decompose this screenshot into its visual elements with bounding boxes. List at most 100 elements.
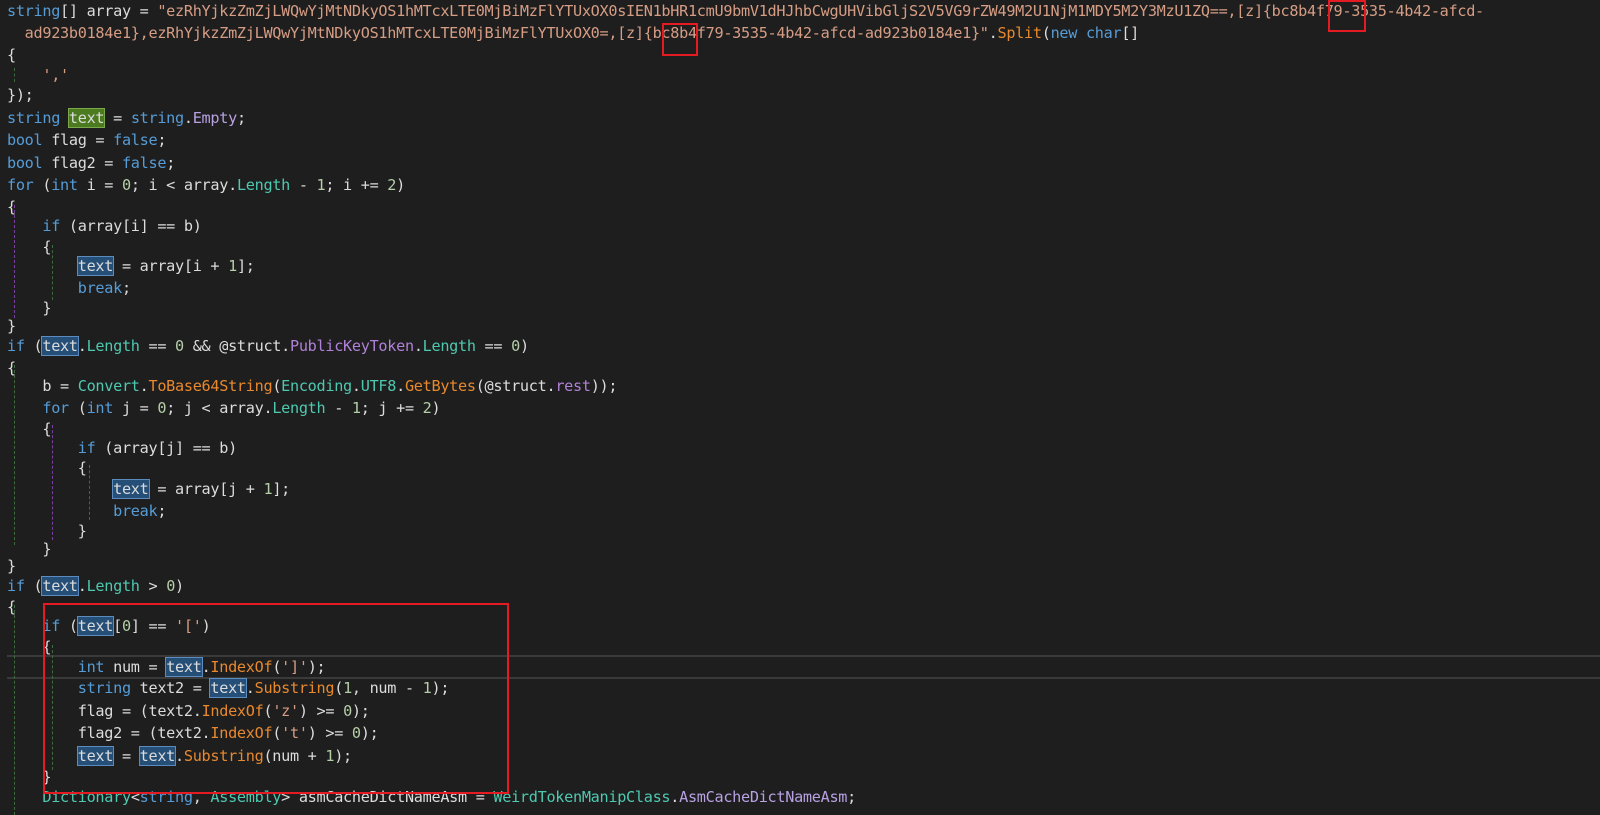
code-token: Length bbox=[236, 176, 290, 194]
code-line[interactable]: }); bbox=[7, 84, 1600, 106]
highlighted-symbol: text bbox=[165, 657, 203, 677]
code-line[interactable]: bool flag2 = false; bbox=[7, 152, 1600, 174]
code-token: ToBase64String bbox=[148, 377, 273, 395]
code-token: for bbox=[7, 176, 34, 194]
code-token: ( bbox=[272, 658, 282, 676]
code-line[interactable]: } bbox=[7, 315, 1600, 337]
code-token: '[' bbox=[175, 617, 202, 635]
indent-guide bbox=[52, 245, 53, 300]
code-token: IndexOf bbox=[210, 658, 273, 676]
code-line[interactable]: if (array[i] == b) bbox=[7, 215, 1600, 237]
code-token: 0 bbox=[351, 724, 361, 742]
code-token: i = bbox=[77, 176, 122, 194]
code-token: ( bbox=[272, 724, 282, 742]
highlighted-symbol: text bbox=[209, 678, 247, 698]
code-line[interactable]: string[] array = "ezRhYjkzZmZjLWQwYjMtND… bbox=[7, 0, 1600, 22]
code-token: = array[j + bbox=[148, 480, 264, 498]
code-line[interactable]: b = Convert.ToBase64String(Encoding.UTF8… bbox=[7, 375, 1600, 397]
code-line[interactable]: Dictionary<string, Assembly> asmCacheDic… bbox=[7, 786, 1600, 808]
code-line[interactable]: break; bbox=[7, 277, 1600, 299]
code-token: Encoding bbox=[281, 377, 352, 395]
code-token: if bbox=[7, 577, 25, 595]
code-token: rest bbox=[555, 377, 591, 395]
code-token: ; bbox=[847, 788, 856, 806]
code-token: string bbox=[77, 679, 131, 697]
code-token: ; j < array. bbox=[166, 399, 273, 417]
code-token: ] == bbox=[130, 617, 176, 635]
code-token: ; i += bbox=[325, 176, 388, 194]
code-token: ) bbox=[396, 176, 405, 194]
code-token: { bbox=[7, 46, 16, 64]
code-token: = bbox=[113, 747, 140, 765]
code-line[interactable]: if (array[j] == b) bbox=[7, 437, 1600, 459]
code-token: string bbox=[130, 109, 184, 127]
code-line[interactable]: for (int j = 0; j < array.Length - 1; j … bbox=[7, 397, 1600, 419]
code-line[interactable]: flag = (text2.IndexOf('z') >= 0); bbox=[7, 700, 1600, 722]
code-token: 1 bbox=[422, 679, 432, 697]
code-token: { bbox=[7, 459, 87, 477]
code-token: ']' bbox=[281, 658, 308, 676]
code-token: , num - bbox=[351, 679, 423, 697]
code-token: ; bbox=[157, 131, 167, 149]
code-token: PublicKeyToken bbox=[290, 337, 414, 355]
code-token: (array[j] == b) bbox=[95, 439, 237, 457]
code-token: ; bbox=[157, 502, 167, 520]
code-token: ); bbox=[307, 658, 326, 676]
code-line[interactable]: if (text.Length == 0 && @struct.PublicKe… bbox=[7, 335, 1600, 357]
code-token: ( bbox=[263, 702, 273, 720]
code-line[interactable]: text = array[j + 1]; bbox=[7, 478, 1600, 500]
code-token: . bbox=[175, 747, 184, 765]
code-token: ) >= bbox=[307, 724, 352, 742]
code-token: string bbox=[139, 788, 193, 806]
code-line[interactable]: int num = text.IndexOf(']'); bbox=[7, 655, 1600, 679]
code-line[interactable]: { bbox=[7, 44, 1600, 66]
code-token: if bbox=[42, 217, 61, 235]
code-line[interactable]: ad923b0184e1},ezRhYjkzZmZjLWQwYjMtNDkyOS… bbox=[7, 22, 1600, 44]
code-token: . bbox=[413, 337, 423, 355]
code-line[interactable]: text = text.Substring(num + 1); bbox=[7, 745, 1600, 767]
code-token: 0 bbox=[166, 577, 176, 595]
code-token: (num + bbox=[263, 747, 326, 765]
code-token: ( bbox=[60, 617, 78, 635]
code-line[interactable]: ',' bbox=[7, 64, 1600, 86]
code-line[interactable]: text = array[i + 1]; bbox=[7, 255, 1600, 277]
code-token: 0 bbox=[121, 617, 131, 635]
code-token: . bbox=[351, 377, 361, 395]
code-line[interactable]: for (int i = 0; i < array.Length - 1; i … bbox=[7, 174, 1600, 196]
code-line[interactable]: { bbox=[7, 457, 1600, 479]
code-line[interactable]: bool flag = false; bbox=[7, 129, 1600, 151]
code-token: 0 bbox=[175, 337, 184, 355]
code-line[interactable]: } bbox=[7, 766, 1600, 788]
code-line[interactable]: if (text.Length > 0) bbox=[7, 575, 1600, 597]
indent-guide bbox=[52, 425, 53, 540]
code-line[interactable]: if (text[0] == '[') bbox=[7, 615, 1600, 637]
code-token: Length bbox=[422, 337, 476, 355]
code-token: } bbox=[7, 557, 16, 575]
code-line[interactable]: } bbox=[7, 555, 1600, 577]
code-token: "ezRhYjkzZmZjLWQwYjMtNDkyOS1hMTcxLTE0MjB… bbox=[157, 2, 1484, 20]
code-token: ( bbox=[68, 399, 87, 417]
highlighted-symbol: text bbox=[76, 616, 115, 636]
code-token: string bbox=[7, 2, 61, 20]
code-token: IndexOf bbox=[210, 724, 273, 742]
indent-guide bbox=[14, 365, 15, 545]
code-token: )); bbox=[590, 377, 618, 395]
code-token: 0 bbox=[157, 399, 167, 417]
code-line[interactable]: string text = string.Empty; bbox=[7, 107, 1600, 129]
code-line[interactable]: break; bbox=[7, 500, 1600, 522]
code-token: 1 bbox=[351, 399, 361, 417]
highlighted-symbol: text bbox=[76, 746, 115, 766]
code-token: ); bbox=[431, 679, 450, 697]
code-line[interactable]: flag2 = (text2.IndexOf('t') >= 0); bbox=[7, 722, 1600, 744]
code-line[interactable]: string text2 = text.Substring(1, num - 1… bbox=[7, 677, 1600, 699]
code-token: if bbox=[7, 337, 25, 355]
code-editor[interactable]: string[] array = "ezRhYjkzZmZjLWQwYjMtND… bbox=[0, 0, 1600, 815]
code-token: < bbox=[130, 788, 140, 806]
code-token: == bbox=[475, 337, 512, 355]
